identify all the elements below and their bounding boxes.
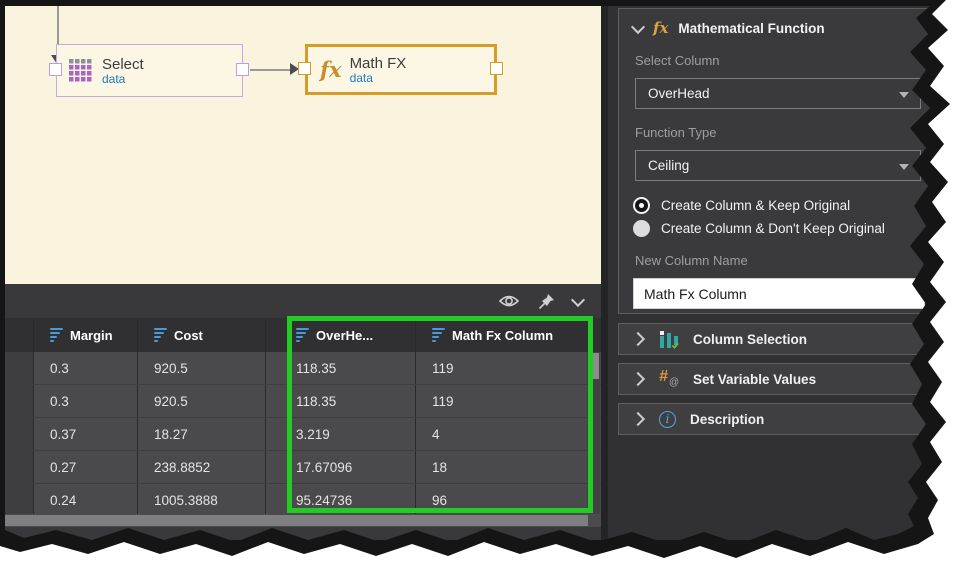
set-variable-values-section[interactable]: #@ Set Variable Values (618, 363, 938, 395)
dropdown-caret-icon (899, 164, 909, 170)
screenshot-root: Select data fx Math FX data (0, 0, 966, 568)
radio-dont-keep-original[interactable]: Create Column & Don't Keep Original (633, 220, 937, 237)
radio-keep-original[interactable]: Create Column & Keep Original (633, 197, 937, 214)
chevron-right-icon (631, 412, 645, 426)
cell: 238.8852 (137, 451, 265, 483)
function-type-label: Function Type (635, 125, 937, 140)
cell: 0.3 (33, 352, 137, 384)
numeric-type-icon (154, 328, 167, 343)
select-column-value: OverHead (648, 86, 710, 101)
dropdown-caret-icon (899, 92, 909, 98)
eye-icon[interactable] (498, 293, 520, 309)
horizontal-scrollbar-thumb[interactable] (5, 515, 588, 526)
mathfx-output-port[interactable] (490, 62, 503, 75)
mathfx-node[interactable]: fx Math FX data (305, 44, 497, 95)
app-content: Select data fx Math FX data (0, 0, 966, 568)
annotation-highlight-box (287, 316, 593, 513)
math-function-section: fx Mathematical Function Select Column O… (618, 8, 938, 314)
settings-panel: fx Mathematical Function Select Column O… (608, 6, 948, 540)
grid-icon (69, 59, 92, 82)
column-header-label: Cost (174, 328, 203, 343)
collapse-preview-icon[interactable] (571, 293, 585, 307)
select-output-port[interactable] (236, 63, 249, 76)
select-column-dropdown[interactable]: OverHead (635, 78, 921, 109)
column-selection-section[interactable]: Column Selection (618, 323, 938, 355)
numeric-type-icon (50, 328, 63, 343)
row-gutter (5, 352, 33, 384)
description-section[interactable]: i Description (618, 403, 938, 435)
cell: 0.37 (33, 418, 137, 450)
new-column-name-label: New Column Name (635, 253, 937, 268)
math-function-header[interactable]: fx Mathematical Function (619, 9, 937, 37)
section-title: Column Selection (693, 332, 807, 347)
cell: 920.5 (137, 385, 265, 417)
select-node[interactable]: Select data (56, 44, 243, 97)
radio-label: Create Column & Don't Keep Original (661, 221, 885, 236)
cell: 920.5 (137, 352, 265, 384)
new-column-name-input[interactable] (633, 278, 925, 309)
connector-select-to-mathfx (250, 69, 292, 71)
chevron-right-icon (631, 372, 645, 386)
horizontal-scrollbar[interactable] (5, 514, 601, 527)
mathfx-node-subtitle: data (350, 72, 407, 85)
cell: 18.27 (137, 418, 265, 450)
radio-label: Create Column & Keep Original (661, 198, 850, 213)
function-type-dropdown[interactable]: Ceiling (635, 150, 921, 181)
column-header-margin[interactable]: Margin (33, 318, 137, 352)
chevron-down-icon (631, 19, 645, 33)
column-header-label: Margin (70, 328, 113, 343)
gutter-header (5, 318, 33, 352)
panel-divider (601, 6, 608, 540)
select-column-label: Select Column (635, 53, 937, 68)
fx-icon: fx (653, 19, 668, 37)
cell: 0.27 (33, 451, 137, 483)
cell: 1005.3888 (137, 484, 265, 514)
keep-original-radio-group: Create Column & Keep Original Create Col… (633, 197, 937, 237)
function-type-value: Ceiling (648, 158, 689, 173)
row-gutter (5, 451, 33, 483)
pin-icon[interactable] (538, 293, 555, 310)
row-gutter (5, 484, 33, 514)
section-title: Description (690, 412, 764, 427)
select-node-subtitle: data (102, 73, 144, 86)
radio-unselected-icon[interactable] (633, 220, 650, 237)
set-variable-values-icon: #@ (659, 370, 679, 388)
mathfx-node-title: Math FX (350, 55, 407, 72)
section-title: Set Variable Values (693, 372, 816, 387)
cell: 0.3 (33, 385, 137, 417)
row-gutter (5, 418, 33, 450)
section-title: Mathematical Function (678, 21, 824, 36)
preview-toolbar (5, 284, 601, 318)
select-input-port[interactable] (49, 63, 62, 76)
fx-icon: fx (320, 57, 342, 82)
chevron-right-icon (631, 332, 645, 346)
radio-selected-icon[interactable] (633, 197, 650, 214)
mathfx-input-port[interactable] (298, 62, 311, 75)
row-gutter (5, 385, 33, 417)
info-icon: i (659, 411, 676, 428)
select-node-title: Select (102, 56, 144, 73)
column-header-cost[interactable]: Cost (137, 318, 265, 352)
column-selection-icon (659, 330, 679, 349)
cell: 0.24 (33, 484, 137, 514)
dataflow-canvas[interactable]: Select data fx Math FX data (5, 6, 601, 284)
